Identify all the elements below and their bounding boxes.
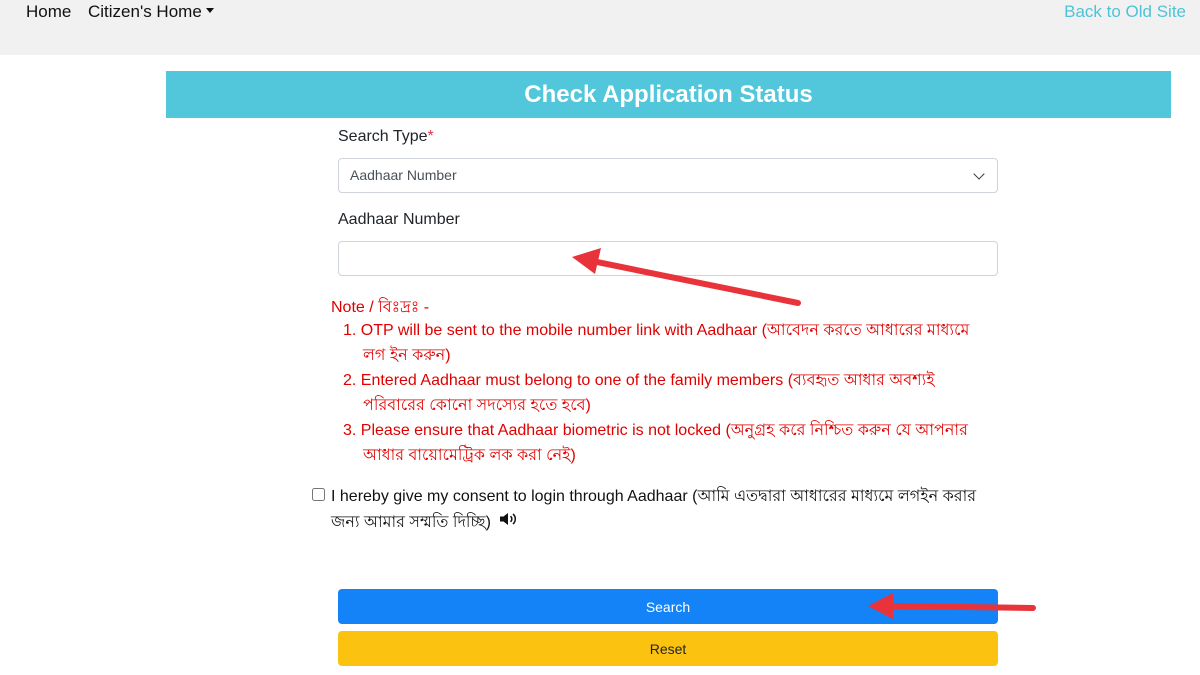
nav-home-link[interactable]: Home xyxy=(26,2,71,22)
search-type-selected-value: Aadhaar Number xyxy=(350,167,457,183)
caret-down-icon xyxy=(205,8,214,14)
note-item: 1. OTP will be sent to the mobile number… xyxy=(343,322,970,364)
consent-label-text: I hereby give my consent to login throug… xyxy=(331,488,977,532)
consent-label: I hereby give my consent to login throug… xyxy=(331,484,981,536)
search-type-label: Search Type* xyxy=(338,128,434,146)
search-button[interactable]: Search xyxy=(338,589,998,624)
reset-button[interactable]: Reset xyxy=(338,631,998,666)
search-type-label-text: Search Type xyxy=(338,128,428,145)
chevron-down-icon xyxy=(973,168,985,180)
note-list: 1. OTP will be sent to the mobile number… xyxy=(340,318,980,468)
note-title: Note / বিঃদ্রঃ - xyxy=(331,299,430,316)
search-type-select[interactable]: Aadhaar Number xyxy=(338,158,998,193)
speaker-icon[interactable] xyxy=(499,510,519,536)
page-title-banner: Check Application Status xyxy=(166,71,1171,118)
aadhaar-number-label: Aadhaar Number xyxy=(338,211,460,228)
required-mark: * xyxy=(427,128,434,145)
nav-citizens-home-dropdown[interactable]: Citizen's Home xyxy=(88,2,214,22)
back-to-old-site-link[interactable]: Back to Old Site xyxy=(1064,2,1186,22)
top-navbar: Home Citizen's Home Back to Old Site xyxy=(0,0,1200,55)
note-item: 2. Entered Aadhaar must belong to one of… xyxy=(343,372,935,414)
aadhaar-number-input[interactable] xyxy=(338,241,998,276)
nav-citizens-home-label: Citizen's Home xyxy=(88,2,202,21)
consent-checkbox[interactable] xyxy=(312,488,325,501)
note-item: 3. Please ensure that Aadhaar biometric … xyxy=(343,422,968,464)
